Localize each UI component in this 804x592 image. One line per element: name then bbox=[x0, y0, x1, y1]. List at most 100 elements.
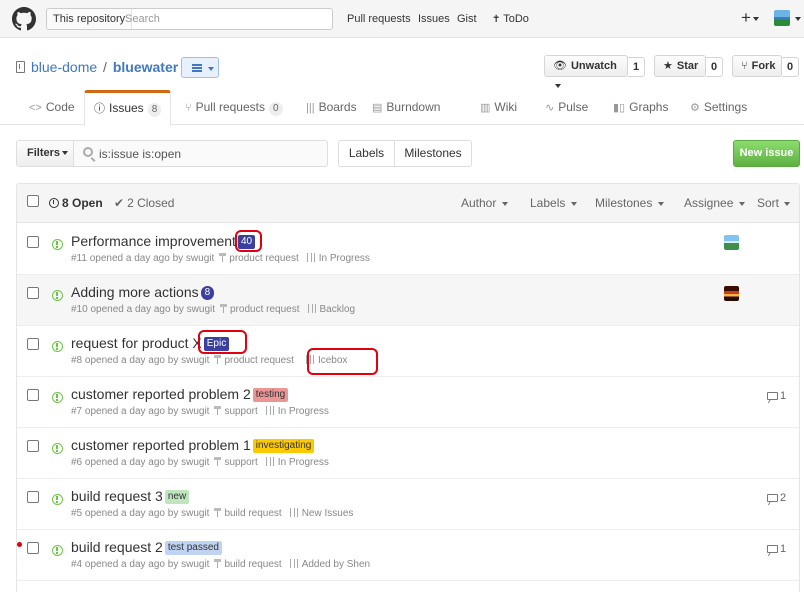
issue-comments-link[interactable]: 1 bbox=[767, 390, 786, 402]
fork-button[interactable]: ⑂ Fork bbox=[732, 55, 782, 77]
labels-milestones-group: Labels Milestones bbox=[338, 140, 472, 167]
assignee-avatar[interactable] bbox=[724, 286, 739, 301]
assignee-avatar[interactable] bbox=[724, 235, 739, 250]
issue-label[interactable]: investigating bbox=[252, 439, 315, 453]
issue-row[interactable]: build request 3 new #5 opened a day ago b… bbox=[17, 479, 799, 530]
issue-checkbox[interactable] bbox=[27, 542, 39, 554]
repo-title: blue-dome / bluewater bbox=[31, 59, 178, 75]
issue-meta-text: #7 opened a day ago by swugit bbox=[71, 406, 210, 417]
caret-down-icon bbox=[501, 201, 508, 206]
milestones-filter[interactable]: Milestones bbox=[595, 184, 664, 223]
issue-opened-icon bbox=[52, 341, 63, 352]
search-input[interactable] bbox=[125, 10, 325, 28]
nav-issues[interactable]: Issues bbox=[418, 0, 450, 38]
issue-checkbox[interactable] bbox=[27, 236, 39, 248]
issue-row[interactable]: Adding more actions 8 #10 opened a day ag… bbox=[17, 275, 799, 326]
issue-comments-link[interactable]: 2 bbox=[767, 492, 786, 504]
github-logo-icon[interactable] bbox=[12, 7, 36, 31]
issue-checkbox[interactable] bbox=[27, 389, 39, 401]
issue-milestone-link[interactable]: build request bbox=[214, 508, 282, 519]
issue-milestone-link[interactable]: support bbox=[214, 457, 258, 468]
nav-todo[interactable]: ✝ ToDo bbox=[492, 0, 529, 38]
open-issues-link[interactable]: 8 Open bbox=[49, 196, 103, 210]
nav-pull-requests[interactable]: Pull requests bbox=[347, 0, 411, 38]
issue-row[interactable]: request for product X Epic #8 opened a da… bbox=[17, 326, 799, 377]
nav-gist[interactable]: Gist bbox=[457, 0, 477, 38]
tab-burndown[interactable]: ▤ Burndown bbox=[372, 91, 440, 125]
milestone-icon bbox=[219, 253, 227, 262]
issue-project-column[interactable]: In Progress bbox=[306, 253, 370, 264]
tab-wiki[interactable]: ▥ Wiki bbox=[480, 91, 517, 125]
stars-count[interactable]: 0 bbox=[706, 57, 723, 77]
issue-project-column[interactable]: Backlog bbox=[307, 304, 355, 315]
tab-issues[interactable]: ⓘ Issues 8 bbox=[84, 90, 172, 126]
tab-boards[interactable]: ||| Boards bbox=[306, 91, 357, 125]
assignee-filter[interactable]: Assignee bbox=[684, 184, 745, 223]
repo-menu-button[interactable] bbox=[181, 57, 219, 78]
issue-label[interactable]: 8 bbox=[200, 286, 215, 300]
issue-label[interactable]: 40 bbox=[237, 235, 256, 249]
milestones-button[interactable]: Milestones bbox=[395, 141, 471, 166]
forks-count[interactable]: 0 bbox=[782, 57, 799, 77]
code-icon: <> bbox=[29, 102, 42, 114]
issue-filter-input[interactable] bbox=[99, 144, 319, 163]
issue-project-column[interactable]: Added by Shen bbox=[289, 559, 370, 570]
tab-pull-requests[interactable]: ⑂ Pull requests 0 bbox=[185, 91, 283, 125]
sort-filter[interactable]: Sort bbox=[757, 184, 791, 223]
project-icon bbox=[265, 457, 274, 466]
issue-title-link[interactable]: customer reported problem 2 bbox=[71, 386, 251, 402]
issue-project-column[interactable]: New Issues bbox=[289, 508, 353, 519]
issue-row[interactable]: customer reported problem 2 testing #7 op… bbox=[17, 377, 799, 428]
issue-label[interactable]: new bbox=[164, 490, 190, 504]
issue-milestone-link[interactable]: support bbox=[214, 406, 258, 417]
issue-title: request for product X Epic bbox=[71, 335, 230, 351]
filters-dropdown-button[interactable]: Filters bbox=[17, 141, 74, 166]
issue-checkbox[interactable] bbox=[27, 440, 39, 452]
labels-button[interactable]: Labels bbox=[339, 141, 395, 166]
watchers-count[interactable]: 1 bbox=[628, 57, 645, 77]
tab-graphs[interactable]: ▮▯ Graphs bbox=[613, 91, 668, 125]
issue-row[interactable]: build request 2 test passed #4 opened a d… bbox=[17, 530, 799, 581]
new-issue-button[interactable]: New issue bbox=[733, 140, 800, 167]
tab-code[interactable]: <> Code bbox=[29, 91, 75, 125]
caret-down-icon[interactable] bbox=[795, 17, 801, 21]
issue-checkbox[interactable] bbox=[27, 491, 39, 503]
issue-title-link[interactable]: Performance improvement bbox=[71, 233, 236, 249]
labels-filter[interactable]: Labels bbox=[530, 184, 577, 223]
issue-row[interactable]: customer reported problem 1 investigating… bbox=[17, 428, 799, 479]
issue-project-column[interactable]: In Progress bbox=[265, 457, 329, 468]
tab-pulse[interactable]: ∿ Pulse bbox=[545, 91, 588, 125]
issue-checkbox[interactable] bbox=[27, 338, 39, 350]
user-avatar[interactable] bbox=[774, 10, 790, 26]
tab-settings[interactable]: ⚙ Settings bbox=[690, 91, 747, 125]
closed-count-label: 2 Closed bbox=[127, 196, 175, 210]
issue-label[interactable]: test passed bbox=[164, 541, 222, 555]
star-button[interactable]: ★ Star bbox=[654, 55, 706, 77]
issue-milestone-link[interactable]: product request bbox=[220, 304, 300, 315]
create-new-menu[interactable]: + bbox=[741, 9, 759, 27]
issue-checkbox[interactable] bbox=[27, 287, 39, 299]
issue-label[interactable]: testing bbox=[252, 388, 289, 402]
issue-project-column[interactable]: In Progress bbox=[265, 406, 329, 417]
closed-issues-link[interactable]: ✔ 2 Closed bbox=[114, 196, 174, 210]
issue-project-column[interactable]: Icebox bbox=[305, 355, 347, 366]
issue-milestone-link[interactable]: build request bbox=[214, 559, 282, 570]
repo-owner-link[interactable]: blue-dome bbox=[31, 59, 97, 75]
issue-comments-link[interactable]: 1 bbox=[767, 543, 786, 555]
issue-label[interactable]: Epic bbox=[203, 337, 230, 351]
author-filter[interactable]: Author bbox=[461, 184, 508, 223]
issue-milestone-link[interactable]: product request bbox=[219, 253, 299, 264]
repo-name-link[interactable]: bluewater bbox=[113, 59, 178, 75]
issue-title-link[interactable]: build request 3 bbox=[71, 488, 163, 504]
issue-milestone-link[interactable]: product request bbox=[214, 355, 294, 366]
unwatch-label: Unwatch bbox=[570, 60, 617, 72]
issue-title: Performance improvement 40 bbox=[71, 233, 256, 249]
issue-title-link[interactable]: customer reported problem 1 bbox=[71, 437, 251, 453]
issue-title-link[interactable]: build request 2 bbox=[71, 539, 163, 555]
unwatch-button[interactable]: 👁 Unwatch bbox=[544, 55, 628, 89]
select-all-checkbox[interactable] bbox=[27, 195, 39, 207]
issue-title-link[interactable]: request for product X bbox=[71, 335, 202, 351]
issue-opened-icon bbox=[52, 545, 63, 556]
issue-title-link[interactable]: Adding more actions bbox=[71, 284, 199, 300]
issue-row[interactable]: Performance improvement 40 #11 opened a d… bbox=[17, 224, 799, 275]
